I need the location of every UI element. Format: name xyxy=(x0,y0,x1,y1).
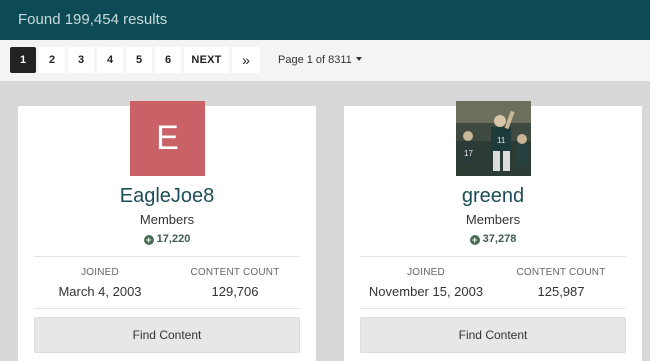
reputation-value: 17,220 xyxy=(156,233,191,245)
find-content-button[interactable]: Find Content xyxy=(360,317,626,353)
joined-label: JOINED xyxy=(407,267,445,278)
avatar[interactable]: E xyxy=(130,101,205,176)
member-group: Members xyxy=(139,212,195,227)
svg-text:17: 17 xyxy=(464,149,473,158)
find-content-button[interactable]: Find Content xyxy=(34,317,300,353)
avatar-photo-icon: 17 11 xyxy=(456,101,531,176)
results-count-text: Found 199,454 results xyxy=(18,11,168,28)
page-button-4[interactable]: 4 xyxy=(97,47,123,73)
page-button-2[interactable]: 2 xyxy=(39,47,65,73)
member-group: Members xyxy=(465,212,521,227)
results-header: Found 199,454 results xyxy=(0,0,650,40)
member-name[interactable]: EagleJoe8 xyxy=(18,185,316,208)
content-count-value: 125,987 xyxy=(537,284,585,299)
caret-down-icon xyxy=(355,57,362,62)
plus-circle-icon: + xyxy=(143,235,154,245)
content-count-label: CONTENT COUNT xyxy=(190,267,280,278)
avatar-letter: E xyxy=(156,119,179,157)
page-button-3[interactable]: 3 xyxy=(68,47,94,73)
member-card: 17 11 greend Members +37,278 JOINED Nove… xyxy=(344,101,642,361)
divider xyxy=(360,256,626,257)
next-page-button[interactable]: NEXT xyxy=(184,47,229,73)
divider xyxy=(360,308,626,309)
content-count-value: 129,706 xyxy=(211,284,259,299)
reputation-badge: +37,278 xyxy=(344,233,642,245)
avatar[interactable]: 17 11 xyxy=(456,101,531,176)
reputation-value: 37,278 xyxy=(482,233,517,245)
page-button-1[interactable]: 1 xyxy=(10,47,36,73)
page-button-5[interactable]: 5 xyxy=(126,47,152,73)
joined-date: November 15, 2003 xyxy=(368,284,484,299)
joined-label: JOINED xyxy=(81,267,119,278)
member-name[interactable]: greend xyxy=(344,185,642,208)
page-button-6[interactable]: 6 xyxy=(155,47,181,73)
page-of-label: Page 1 of 8311 xyxy=(278,54,352,66)
svg-text:11: 11 xyxy=(497,136,506,145)
pagination-bar: 1 2 3 4 5 6 NEXT » Page 1 of 8311 xyxy=(0,40,650,81)
plus-circle-icon: + xyxy=(469,235,480,245)
member-card: E EagleJoe8 Members +17,220 JOINED March… xyxy=(18,101,316,361)
divider xyxy=(34,256,300,257)
last-page-button[interactable]: » xyxy=(232,47,260,73)
joined-date: March 4, 2003 xyxy=(58,284,142,299)
content-count-label: CONTENT COUNT xyxy=(516,267,606,278)
reputation-badge: +17,220 xyxy=(18,233,316,245)
divider xyxy=(34,308,300,309)
page-jump-dropdown[interactable]: Page 1 of 8311 xyxy=(278,47,362,73)
